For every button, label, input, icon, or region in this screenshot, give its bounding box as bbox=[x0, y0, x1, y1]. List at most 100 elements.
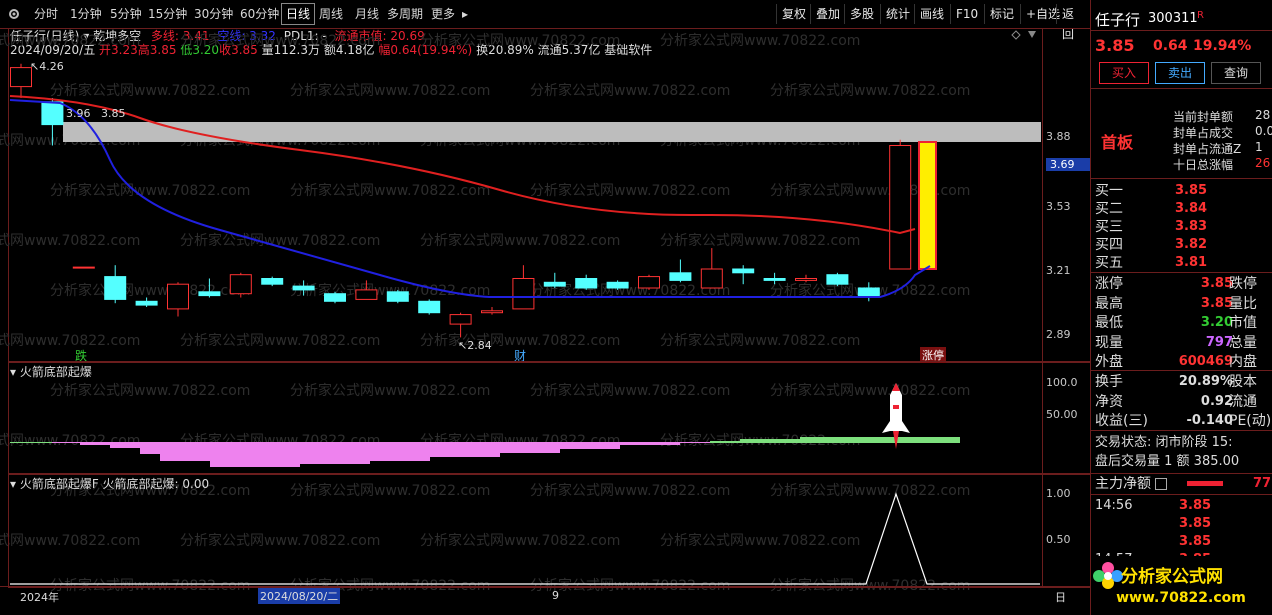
candle-body bbox=[512, 278, 535, 310]
bid-label: 买三 bbox=[1095, 219, 1123, 235]
first-board-label: 首板 bbox=[1101, 133, 1134, 152]
seal-info-label: 十日总涨幅 bbox=[1173, 158, 1234, 172]
candle bbox=[135, 297, 158, 307]
pane2-svg bbox=[10, 383, 960, 467]
stat-label: 最高 bbox=[1095, 295, 1123, 312]
candle-body bbox=[261, 278, 284, 285]
buy-button[interactable]: 买入 bbox=[1099, 62, 1149, 84]
yellow-limit-bar bbox=[918, 141, 937, 270]
tick-price: 3.85 bbox=[1179, 534, 1212, 549]
candle-body bbox=[229, 274, 252, 295]
high-price-value: 4.26 bbox=[39, 60, 64, 73]
divider bbox=[1091, 473, 1272, 474]
candle-body bbox=[104, 276, 127, 300]
candle-body bbox=[418, 300, 441, 314]
divider bbox=[1091, 370, 1272, 371]
stat-label-2: 量比 bbox=[1229, 295, 1257, 312]
y-tick-1: 3.88 bbox=[1046, 130, 1071, 143]
candle bbox=[889, 139, 912, 270]
candle bbox=[104, 265, 127, 304]
candle-body bbox=[606, 281, 629, 289]
candle bbox=[41, 98, 64, 146]
candle bbox=[795, 274, 817, 283]
current-price: 3.85 bbox=[1095, 36, 1135, 55]
candle bbox=[512, 265, 535, 310]
high-price-label: ↖4.26 bbox=[30, 60, 64, 73]
main-force-label[interactable]: 主力净额 bbox=[1095, 475, 1168, 493]
stat-label: 收益(三) bbox=[1095, 413, 1148, 429]
candle bbox=[72, 266, 95, 269]
stat-label: 最低 bbox=[1095, 315, 1123, 331]
candle-body bbox=[857, 287, 880, 297]
candle-body bbox=[638, 276, 660, 289]
candle bbox=[575, 274, 598, 290]
candle bbox=[418, 299, 441, 315]
after-hours-volume: 盘后交易量 1 额 385.00 bbox=[1095, 454, 1240, 469]
query-button[interactable]: 查询 bbox=[1211, 62, 1261, 84]
tick-price: 3.85 bbox=[1179, 516, 1212, 531]
signal-line bbox=[10, 492, 1040, 585]
divider bbox=[1091, 178, 1272, 179]
sell-button[interactable]: 卖出 bbox=[1155, 62, 1205, 84]
stat-label-2: 跌停 bbox=[1229, 276, 1257, 292]
divider bbox=[1091, 430, 1272, 431]
stat-value: -0.140 bbox=[1186, 413, 1233, 428]
main-force-value: 77 bbox=[1253, 476, 1272, 491]
date-axis[interactable] bbox=[0, 586, 1090, 615]
seal-info-label: 封单占成交 bbox=[1173, 126, 1234, 140]
pane3-svg bbox=[10, 492, 1040, 585]
price-label-b: 3.85 bbox=[101, 107, 126, 120]
stat-label-2: 总量 bbox=[1229, 334, 1257, 351]
candle-body bbox=[700, 268, 723, 289]
candle-body bbox=[795, 278, 817, 281]
candle bbox=[481, 307, 503, 315]
candle bbox=[167, 282, 189, 317]
date-axis-mid: 9 bbox=[552, 589, 559, 602]
candle-body bbox=[449, 314, 472, 325]
bid-label: 买一 bbox=[1095, 183, 1123, 199]
candle bbox=[857, 282, 880, 302]
list-icon[interactable] bbox=[1155, 478, 1168, 490]
logo-title: 分析家公式网 bbox=[1121, 567, 1223, 587]
divider bbox=[1091, 88, 1272, 89]
candle-body bbox=[575, 278, 598, 289]
bid-price[interactable]: 3.82 bbox=[1175, 236, 1207, 254]
main-force-text: 主力净额 bbox=[1095, 476, 1151, 492]
price-tag: 3.69 bbox=[1046, 158, 1092, 171]
stat-value: 600469 bbox=[1178, 354, 1233, 369]
candle bbox=[355, 280, 378, 300]
candle-body bbox=[198, 291, 221, 297]
bid-price[interactable]: 3.83 bbox=[1175, 218, 1207, 236]
candle-body bbox=[763, 278, 786, 281]
stat-label-2: 内盘 bbox=[1229, 354, 1257, 370]
candle bbox=[700, 248, 723, 289]
quote-panel: 任子行 300311 R 3.85 0.64 19.94% 买入 卖出 查询 首… bbox=[1090, 0, 1272, 615]
stat-label: 净资 bbox=[1095, 393, 1123, 410]
flower-logo-icon bbox=[1093, 562, 1123, 589]
seal-info-value: 1 bbox=[1255, 140, 1263, 154]
logo-url: www.70822.com bbox=[1116, 590, 1246, 606]
seal-info-label: 当前封单额 bbox=[1173, 110, 1234, 124]
seal-info-value: 0.0 bbox=[1255, 124, 1272, 138]
bid-price[interactable]: 3.81 bbox=[1175, 254, 1207, 272]
stat-label: 换手 bbox=[1095, 374, 1123, 390]
stat-label: 外盘 bbox=[1095, 354, 1123, 370]
divider bbox=[1091, 30, 1272, 31]
stat-value: 20.89% bbox=[1178, 374, 1233, 389]
candle-body bbox=[355, 289, 378, 300]
candle bbox=[261, 276, 284, 287]
stat-label-2: 市值 bbox=[1229, 315, 1257, 331]
candle-body bbox=[386, 291, 409, 302]
app-window: 分时 1分钟 5分钟 15分钟 30分钟 60分钟 日线 周线 月线 多周期 更多 ▸ 复权 叠加 多股统… bbox=[0, 0, 1272, 615]
tick-time: 14:56 bbox=[1095, 498, 1133, 513]
price-label-a: 3.96 bbox=[66, 107, 91, 120]
bid-price[interactable]: 3.84 bbox=[1175, 200, 1207, 218]
trade-state: 交易状态: 闭市阶段 15: bbox=[1095, 435, 1233, 450]
candle-body bbox=[135, 300, 158, 306]
low-price-value: 2.84 bbox=[467, 339, 492, 352]
candle bbox=[10, 63, 32, 98]
bid-price[interactable]: 3.85 bbox=[1175, 182, 1207, 200]
stat-label-2: 股本 bbox=[1229, 374, 1257, 390]
candle-body bbox=[543, 281, 566, 287]
y-tick-2: 3.53 bbox=[1046, 200, 1071, 213]
